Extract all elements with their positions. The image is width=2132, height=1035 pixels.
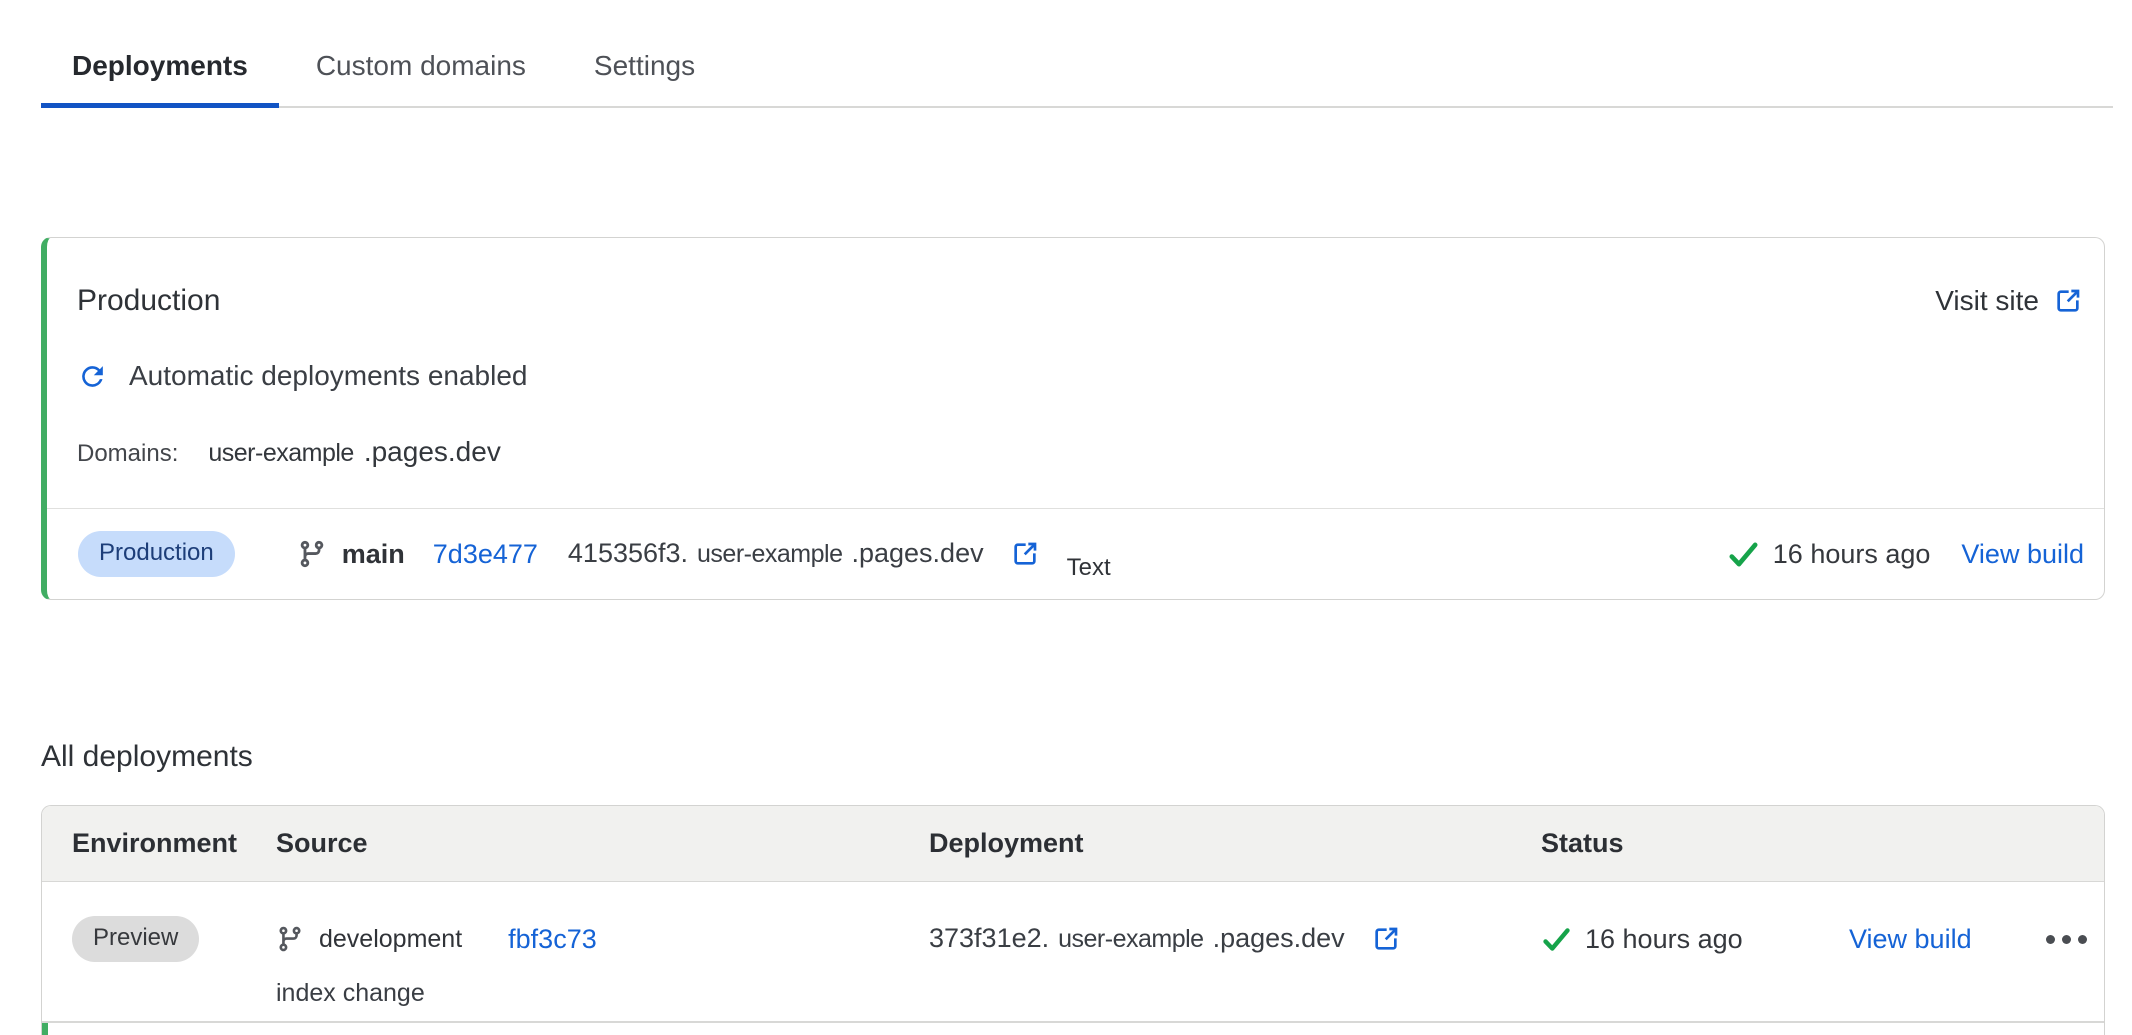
production-card: Production Visit site: [41, 237, 2105, 600]
view-build-cell: View build: [1849, 916, 2044, 962]
git-branch-icon: [276, 925, 304, 953]
tab-label: Custom domains: [316, 50, 526, 81]
deployment-url-name: user-example: [1058, 925, 1203, 954]
column-header-deployment: Deployment: [929, 828, 1541, 859]
tab-bar: Deployments Custom domains Settings: [41, 0, 2113, 108]
production-card-title: Production: [77, 284, 220, 318]
column-header-environment: Environment: [72, 828, 276, 859]
tab-custom-domains[interactable]: Custom domains: [285, 34, 557, 106]
tab-deployments[interactable]: Deployments: [41, 34, 279, 106]
deployment-url-suffix: .pages.dev: [851, 538, 983, 569]
branch-name: development: [319, 925, 462, 954]
tab-label: Settings: [594, 50, 695, 81]
deployments-table: Environment Source Deployment Status Pre…: [41, 805, 2105, 1035]
deployment-cell: 373f31e2. user-example .pages.dev: [929, 916, 1541, 962]
view-build-link[interactable]: View build: [1961, 539, 2084, 570]
table-row: Preview development fbf3c73 index change…: [42, 882, 2104, 1023]
branch-name: main: [342, 539, 405, 570]
auto-deployments-text: Automatic deployments enabled: [129, 360, 527, 392]
commit-link[interactable]: 7d3e477: [433, 539, 538, 570]
environment-badge: Preview: [72, 916, 199, 962]
check-icon: [1727, 538, 1760, 571]
deployment-time: 16 hours ago: [1585, 924, 1743, 955]
auto-deployments-status: Automatic deployments enabled: [77, 360, 2084, 392]
deployment-url-link[interactable]: 415356f3. user-example .pages.dev: [568, 538, 1041, 570]
deployment-status-group: 16 hours ago View build: [1727, 538, 2084, 571]
visit-site-label: Visit site: [1935, 285, 2039, 317]
check-icon: [1541, 924, 1572, 955]
branch-info: development fbf3c73: [276, 916, 929, 962]
domain-name: user-example: [208, 439, 353, 468]
view-build-link[interactable]: View build: [1849, 924, 1972, 955]
domain-link[interactable]: user-example .pages.dev: [208, 436, 500, 468]
domain-suffix: .pages.dev: [364, 436, 501, 468]
production-card-body: Production Visit site: [47, 238, 2104, 508]
deployment-url-prefix: 373f31e2.: [929, 923, 1049, 954]
deployment-url-link[interactable]: 373f31e2. user-example .pages.dev: [929, 923, 1402, 955]
source-cell: development fbf3c73 index change: [276, 916, 929, 1008]
column-header-source: Source: [276, 828, 929, 859]
refresh-icon: [77, 361, 108, 392]
deployment-time: 16 hours ago: [1773, 539, 1931, 570]
next-row-partial: [42, 1023, 2104, 1035]
branch-info: main: [297, 539, 405, 570]
commit-link[interactable]: fbf3c73: [508, 924, 597, 955]
row-menu-cell: [2044, 916, 2089, 962]
domains-row: Domains: user-example .pages.dev: [77, 436, 2084, 508]
production-card-header: Production Visit site: [77, 284, 2084, 318]
all-deployments-title: All deployments: [41, 740, 2132, 774]
deployment-url-name: user-example: [697, 540, 842, 569]
git-branch-icon: [297, 539, 327, 569]
environment-badge: Production: [78, 531, 235, 577]
external-link-icon: [2052, 285, 2084, 317]
deployment-note: Text: [1067, 554, 1111, 582]
pages-project-deployments-page: Deployments Custom domains Settings Prod…: [0, 0, 2132, 1035]
deployment-url-suffix: .pages.dev: [1213, 923, 1345, 954]
ellipsis-icon[interactable]: [2044, 929, 2089, 950]
deployment-url-prefix: 415356f3.: [568, 538, 688, 569]
domains-label: Domains:: [77, 440, 178, 468]
tab-label: Deployments: [72, 50, 248, 81]
production-deployment-row: Production main 7d3e477 415356f3. user-e…: [47, 508, 2104, 599]
external-link-icon: [1009, 538, 1041, 570]
environment-cell: Preview: [72, 916, 276, 962]
commit-message: index change: [276, 979, 929, 1008]
table-header-row: Environment Source Deployment Status: [42, 806, 2104, 882]
column-header-status: Status: [1541, 828, 1849, 859]
visit-site-link[interactable]: Visit site: [1935, 285, 2084, 317]
tab-settings[interactable]: Settings: [563, 34, 726, 106]
status-cell: 16 hours ago: [1541, 916, 1849, 962]
external-link-icon: [1370, 923, 1402, 955]
